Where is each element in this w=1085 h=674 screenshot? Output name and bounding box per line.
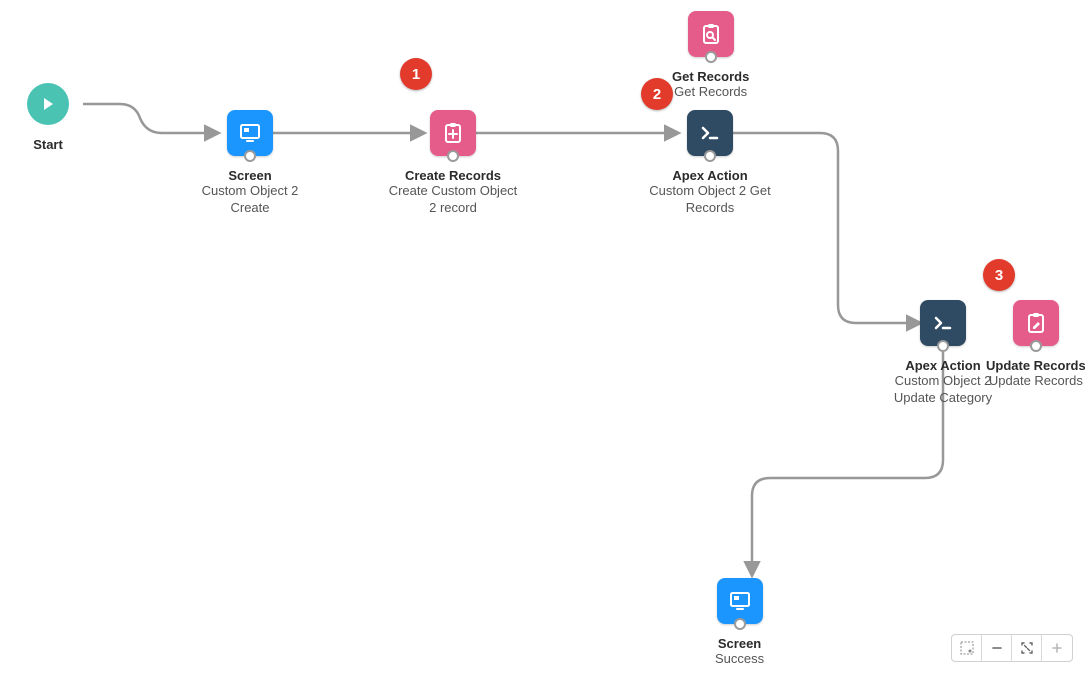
node-subtitle: Success	[715, 651, 764, 668]
start-node[interactable]: Start	[27, 83, 69, 152]
connector-dot	[705, 51, 717, 63]
node-title: Update Records	[986, 358, 1085, 373]
connector-dot	[704, 150, 716, 162]
screen-node-1[interactable]: Screen Custom Object 2 Create	[185, 110, 315, 217]
node-title: Apex Action	[905, 358, 980, 373]
update-records-node[interactable]: Update Records Update Records	[986, 300, 1085, 390]
apex-action-node-2[interactable]: Apex Action Custom Object 2 Update Categ…	[887, 300, 999, 407]
connector-dot	[734, 618, 746, 630]
node-subtitle: Update Records	[989, 373, 1083, 390]
node-title: Screen	[718, 636, 761, 651]
connector-dot	[1030, 340, 1042, 352]
node-subtitle: Custom Object 2 Get Records	[645, 183, 775, 217]
node-title: Start	[33, 137, 63, 152]
zoom-fit-button[interactable]	[1012, 635, 1042, 661]
play-icon	[27, 83, 69, 125]
apex-action-node-1[interactable]: Apex Action Custom Object 2 Get Records	[645, 110, 775, 217]
connector-dot	[447, 150, 459, 162]
node-subtitle: Custom Object 2 Create	[185, 183, 315, 217]
select-mode-button[interactable]	[952, 635, 982, 661]
node-subtitle: Get Records	[674, 84, 747, 101]
connector-dot	[937, 340, 949, 352]
zoom-in-button[interactable]	[1042, 635, 1072, 661]
badge-2: 2	[641, 78, 673, 110]
screen-node-2[interactable]: Screen Success	[715, 578, 764, 668]
get-records-node[interactable]: Get Records Get Records	[672, 11, 749, 101]
node-title: Apex Action	[672, 168, 747, 183]
connector-dot	[244, 150, 256, 162]
node-subtitle: Custom Object 2 Update Category	[887, 373, 999, 407]
create-records-node[interactable]: Create Records Create Custom Object 2 re…	[388, 110, 518, 217]
node-subtitle: Create Custom Object 2 record	[388, 183, 518, 217]
node-title: Create Records	[405, 168, 501, 183]
badge-1: 1	[400, 58, 432, 90]
node-title: Screen	[228, 168, 271, 183]
node-title: Get Records	[672, 69, 749, 84]
zoom-toolbar	[951, 634, 1073, 662]
flow-canvas[interactable]: Start Screen Custom Object 2 Create	[0, 0, 1085, 674]
zoom-out-button[interactable]	[982, 635, 1012, 661]
badge-3: 3	[983, 259, 1015, 291]
